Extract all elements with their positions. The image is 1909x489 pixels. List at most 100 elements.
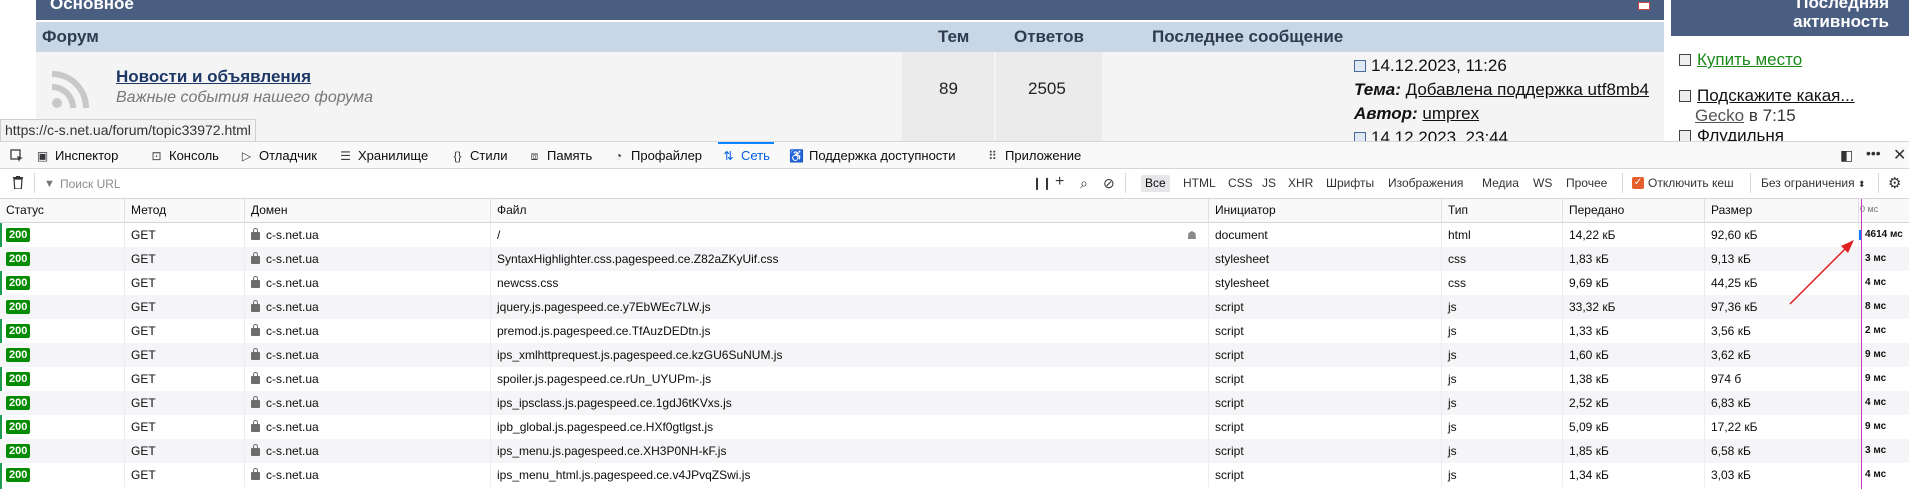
- dock-icon[interactable]: ◧: [1840, 147, 1853, 164]
- type-filter-images[interactable]: Изображения: [1384, 175, 1467, 192]
- type-filter-xhr[interactable]: XHR: [1284, 175, 1317, 192]
- activity-item[interactable]: Купить место: [1679, 50, 1802, 70]
- status-badge: 200: [6, 420, 31, 434]
- clear-log-icon[interactable]: [12, 176, 24, 189]
- col-waterfall[interactable]: 0 мс: [1860, 204, 1878, 214]
- tab-memory[interactable]: ⧈ Память: [528, 142, 593, 169]
- method-cell: GET: [125, 247, 245, 271]
- request-row[interactable]: 200 GET c-s.net.ua jquery.js.pagespeed.ce.y…: [0, 295, 1909, 319]
- element-picker-button[interactable]: [10, 142, 24, 169]
- type-cell: css: [1442, 247, 1563, 271]
- initiator-cell: script: [1209, 367, 1442, 391]
- type-filter-css[interactable]: CSS: [1224, 175, 1257, 192]
- collapse-icon[interactable]: [1638, 2, 1650, 10]
- inspector-icon: ▣: [36, 148, 49, 163]
- transferred-cell: 14,22 кБ: [1563, 223, 1705, 247]
- block-icon[interactable]: ⊘: [1103, 175, 1115, 192]
- type-filter-media[interactable]: Медиа: [1478, 175, 1523, 192]
- type-filter-other[interactable]: Прочее: [1562, 175, 1611, 192]
- domain-text: c-s.net.ua: [266, 324, 319, 338]
- request-row[interactable]: 200 GET c-s.net.ua ips_ipsclass.js.pagespee…: [0, 391, 1909, 415]
- col-domain[interactable]: Домен: [245, 199, 491, 222]
- post-icon: [1354, 132, 1366, 141]
- tab-console[interactable]: ⊡ Консоль: [150, 142, 218, 169]
- tab-accessibility[interactable]: ♿ Поддержка доступности: [789, 142, 955, 169]
- lock-icon: [251, 300, 260, 312]
- file-cell: jquery.js.pagespeed.ce.y7EbWEc7LW.js: [491, 295, 1209, 319]
- type-filter-fonts[interactable]: Шрифты: [1322, 175, 1378, 192]
- memory-icon: ⧈: [530, 148, 539, 163]
- activity-item[interactable]: Подскажите какая...: [1679, 86, 1855, 106]
- author-link[interactable]: umprex: [1422, 104, 1479, 123]
- request-row[interactable]: 200 GET c-s.net.ua / document html 14,22 кБ 92,…: [0, 223, 1909, 247]
- col-method[interactable]: Метод: [125, 199, 245, 222]
- rss-icon: [51, 71, 89, 109]
- gear-icon[interactable]: ⚙: [1888, 174, 1901, 192]
- col-status[interactable]: Статус: [0, 199, 125, 222]
- forum-title-link[interactable]: Новости и объявления: [116, 67, 311, 87]
- tab-network[interactable]: ⇅ Сеть: [718, 142, 774, 169]
- annotation-arrow-icon: [1789, 240, 1854, 305]
- domain-text: c-s.net.ua: [266, 300, 319, 314]
- request-row[interactable]: 200 GET c-s.net.ua newcss.css stylesheet css 9…: [0, 271, 1909, 295]
- status-cell: 200: [0, 247, 125, 271]
- activity-item[interactable]: Флудильня: [1679, 126, 1784, 141]
- pause-icon[interactable]: ❙❙: [1032, 176, 1052, 190]
- type-filter-js[interactable]: JS: [1258, 175, 1280, 192]
- tab-storage[interactable]: ☰ Хранилище: [339, 142, 428, 169]
- forum-table-header: Форум Тем Ответов Последнее сообщение: [36, 22, 1664, 52]
- lock-icon: [251, 444, 260, 456]
- request-row[interactable]: 200 GET c-s.net.ua ips_menu_html.js.pagespe…: [0, 463, 1909, 487]
- type-cell: js: [1442, 391, 1563, 415]
- tab-debugger[interactable]: ▷ Отладчик: [240, 142, 317, 169]
- request-row[interactable]: 200 GET c-s.net.ua ips_menu.js.pagespeed.ce…: [0, 439, 1909, 463]
- status-cell: 200: [0, 319, 125, 343]
- request-time: 3 мс: [1865, 253, 1887, 264]
- col-file[interactable]: Файл: [491, 199, 1209, 222]
- col-transferred[interactable]: Передано: [1563, 199, 1705, 222]
- status-cell: 200: [0, 439, 125, 463]
- type-filter-all[interactable]: Все: [1141, 175, 1170, 192]
- transferred-cell: 1,34 кБ: [1563, 463, 1705, 487]
- col-type[interactable]: Тип: [1442, 199, 1563, 222]
- topic-link[interactable]: Добавлена поддержка utf8mb4: [1406, 80, 1649, 99]
- request-time: 9 мс: [1865, 421, 1887, 432]
- search-icon[interactable]: ⌕: [1080, 175, 1088, 192]
- col-last-post: Последнее сообщение: [1152, 27, 1344, 46]
- debugger-icon: ▷: [241, 148, 252, 163]
- requests-list: 200 GET c-s.net.ua / document html 14,22 кБ 92,…: [0, 223, 1909, 489]
- request-time: 3 мс: [1865, 445, 1887, 456]
- request-row[interactable]: 200 GET c-s.net.ua ipb_global.js.pagespeed.…: [0, 415, 1909, 439]
- disable-cache-label[interactable]: Отключить кеш: [1648, 175, 1734, 192]
- tab-application[interactable]: ⠿ Приложение: [986, 142, 1081, 169]
- type-filter-html[interactable]: HTML: [1179, 175, 1220, 192]
- updown-icon: ⬍: [1857, 179, 1866, 189]
- more-menu-icon[interactable]: •••: [1866, 145, 1881, 161]
- disable-cache-checkbox[interactable]: ✓: [1632, 177, 1644, 189]
- domain-text: c-s.net.ua: [266, 420, 319, 434]
- tab-inspector[interactable]: ▣ Инспектор: [36, 142, 119, 169]
- throttling-select[interactable]: Без ограничения ⬍: [1761, 175, 1866, 192]
- request-row[interactable]: 200 GET c-s.net.ua SyntaxHighlighter.css.pa…: [0, 247, 1909, 271]
- initiator-cell: script: [1209, 439, 1442, 463]
- initiator-cell: script: [1209, 391, 1442, 415]
- topic-label: Тема:: [1354, 80, 1401, 99]
- col-size[interactable]: Размер: [1705, 199, 1859, 222]
- activity-user-link[interactable]: Gecko: [1695, 106, 1744, 125]
- tab-style-editor[interactable]: {} Стили: [451, 142, 507, 169]
- divider: [1878, 173, 1879, 193]
- initiator-cell: stylesheet: [1209, 271, 1442, 295]
- tab-profiler[interactable]: ◔ Профайлер: [612, 142, 702, 169]
- file-cell: ips_menu_html.js.pagespeed.ce.v4JPvqZSwi…: [491, 463, 1209, 487]
- col-initiator[interactable]: Инициатор: [1209, 199, 1442, 222]
- file-cell: newcss.css: [491, 271, 1209, 295]
- request-row[interactable]: 200 GET c-s.net.ua spoiler.js.pagespeed.ce.…: [0, 367, 1909, 391]
- close-devtools-icon[interactable]: ✕: [1893, 145, 1906, 165]
- domain-text: c-s.net.ua: [266, 276, 319, 290]
- request-row[interactable]: 200 GET c-s.net.ua ips_xmlhttprequest.js.pa…: [0, 343, 1909, 367]
- url-filter-input[interactable]: [58, 174, 1022, 194]
- transferred-cell: 1,38 кБ: [1563, 367, 1705, 391]
- type-filter-ws[interactable]: WS: [1529, 175, 1556, 192]
- request-row[interactable]: 200 GET c-s.net.ua premod.js.pagespeed.ce.T…: [0, 319, 1909, 343]
- add-request-icon[interactable]: +: [1055, 173, 1064, 191]
